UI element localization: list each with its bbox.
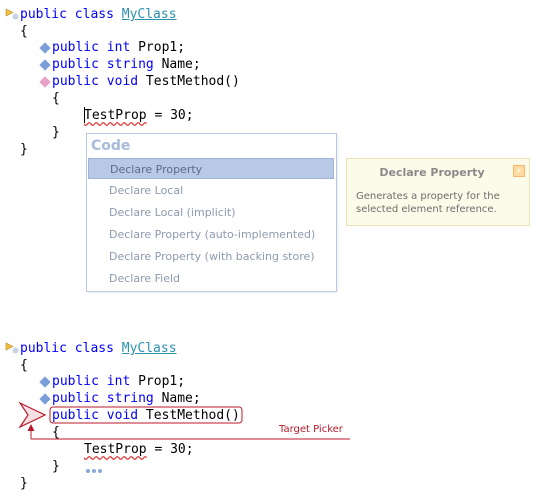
prop1-declaration: public int Prop1; — [52, 40, 185, 55]
menu-item-declare-property[interactable]: Declare Property — [88, 158, 334, 179]
prop1-keywords: public int — [52, 40, 131, 55]
smart-tag-icon — [12, 13, 19, 20]
method-text: TestMethod() — [138, 74, 240, 89]
hint-description: Generates a property for the selected el… — [356, 191, 500, 215]
menu-item-declare-local[interactable]: Declare Local — [88, 180, 334, 201]
class-declaration: public class MyClass — [20, 7, 177, 22]
smart-tag-dots[interactable] — [86, 124, 106, 139]
prop1-text: Prop1; — [130, 374, 186, 389]
property-icon — [39, 393, 51, 405]
statement-text: = 30; — [146, 108, 194, 123]
hint-title: Declare Property — [379, 166, 485, 179]
name-text: Name; — [153, 57, 201, 72]
class-keyword: public class — [20, 341, 122, 356]
statement-line[interactable]: TestProp = 30; — [84, 108, 194, 123]
property-icon — [39, 59, 51, 71]
method-close-brace: } — [52, 125, 60, 140]
method-open-brace: { — [52, 425, 60, 440]
close-icon[interactable]: x — [513, 165, 525, 177]
menu-item-declare-field[interactable]: Declare Field — [88, 268, 334, 289]
name-declaration: public string Name; — [52, 391, 201, 406]
method-close-brace: } — [52, 459, 60, 474]
class-close-brace: } — [20, 476, 28, 491]
smart-tag-dots[interactable] — [86, 458, 106, 473]
statement-text: = 30; — [146, 442, 194, 457]
method-keywords: public void — [52, 408, 139, 423]
prop1-keywords: public int — [52, 374, 131, 389]
menu-item-declare-property-auto[interactable]: Declare Property (auto-implemented) — [88, 224, 334, 245]
target-picker-arrow-icon — [18, 401, 47, 429]
prop1-text: Prop1; — [130, 40, 186, 55]
target-picker-up-arrow-icon — [27, 424, 35, 431]
target-picker-label: Target Picker — [279, 424, 343, 435]
text-cursor — [84, 107, 85, 123]
name-keywords: public string — [52, 391, 154, 406]
method-declaration[interactable]: public void TestMethod() — [52, 408, 240, 423]
name-declaration: public string Name; — [52, 57, 201, 72]
class-declaration: public class MyClass — [20, 341, 177, 356]
method-text: TestMethod() — [138, 408, 240, 423]
property-icon — [39, 42, 51, 54]
class-open-brace: { — [20, 24, 28, 39]
class-open-brace: { — [20, 358, 28, 373]
menu-item-declare-local-implicit[interactable]: Declare Local (implicit) — [88, 202, 334, 223]
class-name[interactable]: MyClass — [122, 7, 177, 22]
class-keyword: public class — [20, 7, 122, 22]
class-close-brace: } — [20, 142, 28, 157]
smart-tag-icon — [12, 347, 19, 354]
statement-line[interactable]: TestProp = 30; — [84, 442, 194, 457]
method-icon — [39, 76, 51, 88]
class-name[interactable]: MyClass — [122, 341, 177, 356]
code-popup-menu[interactable]: Code Declare Property Declare Local Decl… — [86, 133, 337, 292]
hint-tooltip: Declare Property x Generates a property … — [346, 158, 530, 226]
unresolved-identifier[interactable]: TestProp — [84, 442, 147, 457]
method-keywords: public void — [52, 74, 139, 89]
method-open-brace: { — [52, 91, 60, 106]
unresolved-identifier[interactable]: TestProp — [84, 108, 147, 123]
menu-item-declare-property-backing[interactable]: Declare Property (with backing store) — [88, 246, 334, 267]
method-declaration: public void TestMethod() — [52, 74, 240, 89]
name-text: Name; — [153, 391, 201, 406]
property-icon — [39, 376, 51, 388]
popup-title: Code — [91, 138, 131, 154]
name-keywords: public string — [52, 57, 154, 72]
prop1-declaration: public int Prop1; — [52, 374, 185, 389]
